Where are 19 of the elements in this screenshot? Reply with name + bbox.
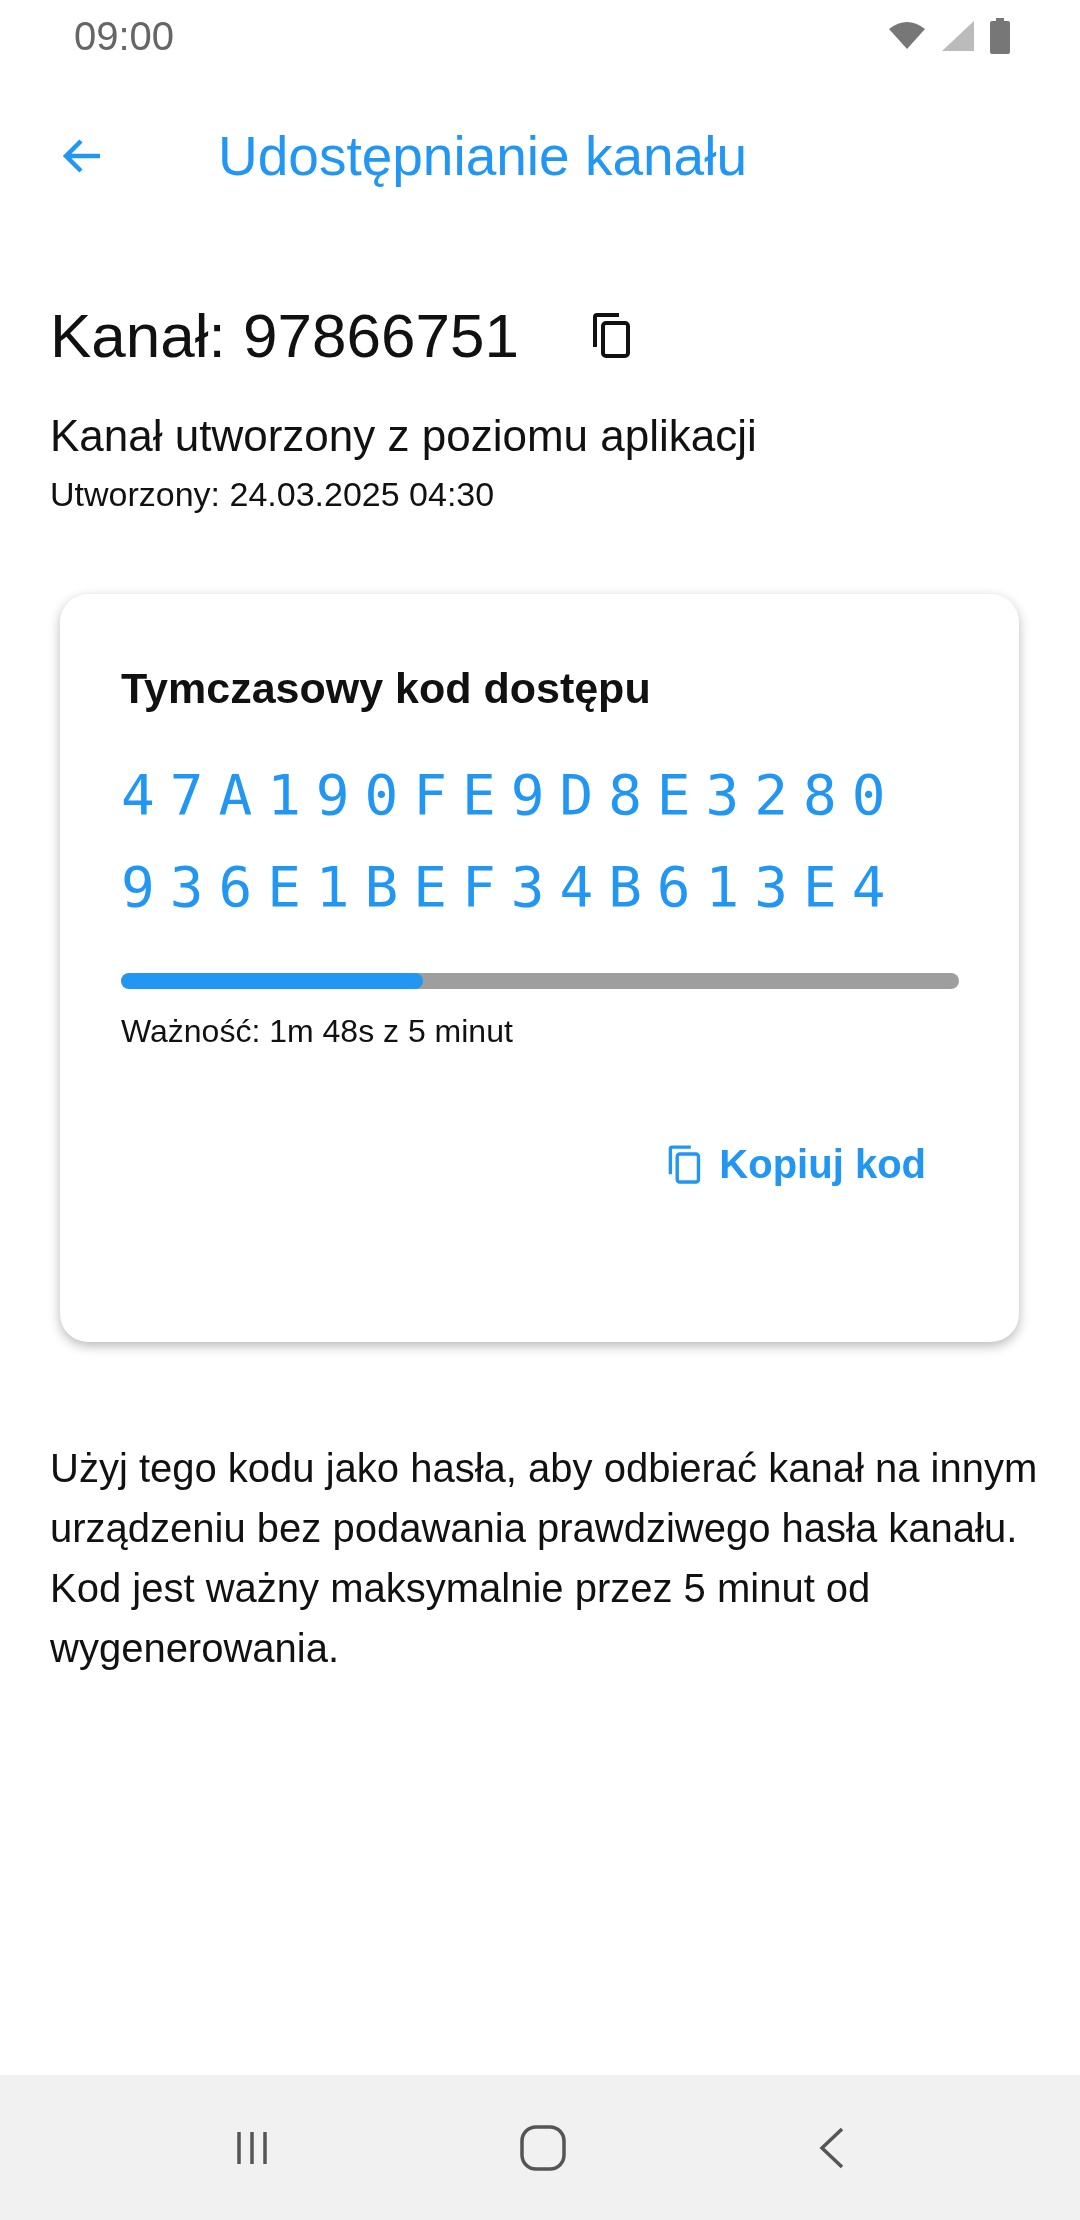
screen-title: Udostępnianie kanału [218,124,747,188]
channel-subtitle: Kanał utworzony z poziomu aplikacji [50,411,758,461]
channel-title: Kanał: 97866751 [50,300,519,371]
copy-icon[interactable] [590,312,631,359]
copy-code-button[interactable]: Kopiuj kod [667,1134,926,1195]
copy-icon [667,1142,702,1187]
signal-icon [940,19,976,53]
home-icon[interactable] [519,2123,567,2172]
back-arrow-icon[interactable] [62,138,102,174]
validity-text: Ważność: 1m 48s z 5 minut [121,1013,514,1050]
recent-apps-icon[interactable] [235,2129,269,2166]
back-icon[interactable] [817,2125,845,2170]
status-time: 09:00 [74,13,175,59]
info-paragraph: Użyj tego kodu jako hasła, aby odbierać kanał na innym urządzeniu bez podawania prawdziwego hasła kanału. Kod jest ważny maksymalnie przez 5 minut od wygenerowania. [50,1445,1039,1672]
access-code: 47A190FE9D8E3280936E1BEF34B613E4 [121,761,902,921]
wifi-icon [888,21,926,51]
battery-icon [990,18,1010,54]
card-title: Tymczasowy kod dostępu [121,664,652,713]
created-date: Utworzony: 24.03.2025 04:30 [50,475,496,514]
